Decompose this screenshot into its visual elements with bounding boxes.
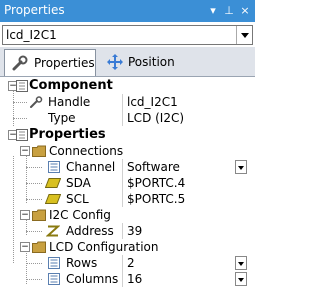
- property-name: Type: [48, 111, 76, 125]
- section-properties[interactable]: − Properties: [0, 127, 255, 143]
- numeric-icon: [46, 225, 60, 237]
- pin-icon: [45, 178, 61, 188]
- chevron-down-icon: [238, 278, 244, 282]
- list-icon: [48, 257, 60, 269]
- section-component-label: Component: [29, 78, 113, 93]
- group-label: Connections: [49, 144, 124, 158]
- property-value[interactable]: 39: [127, 224, 142, 238]
- folder-icon: [32, 145, 46, 157]
- property-row-handle[interactable]: Handle lcd_I2C1: [0, 94, 255, 110]
- collapse-toggle[interactable]: −: [20, 210, 30, 220]
- close-button[interactable]: ×: [238, 3, 252, 18]
- property-value[interactable]: $PORTC.4: [127, 176, 185, 190]
- property-row-type[interactable]: Type LCD (I2C): [0, 110, 255, 126]
- collapse-toggle[interactable]: −: [20, 242, 30, 252]
- group-label: LCD Configuration: [49, 240, 159, 254]
- chevron-down-icon: [238, 262, 244, 266]
- property-name: Columns: [66, 272, 119, 286]
- component-selector-dropdown-button[interactable]: [236, 26, 252, 44]
- chevron-down-icon: [241, 33, 249, 38]
- tab-position-label: Position: [128, 55, 175, 69]
- section-properties-label: Properties: [29, 127, 106, 142]
- property-row-columns[interactable]: Columns 16: [0, 271, 255, 287]
- group-i2c-config[interactable]: − I2C Config: [0, 207, 255, 223]
- pin-icon: [45, 194, 61, 204]
- property-row-rows[interactable]: Rows 2: [0, 255, 255, 271]
- group-lcd-configuration[interactable]: − LCD Configuration: [0, 239, 255, 255]
- component-icon: [16, 80, 28, 92]
- property-value[interactable]: LCD (I2C): [127, 111, 184, 125]
- rows-dropdown-button[interactable]: [235, 256, 247, 270]
- property-value[interactable]: 2: [127, 256, 135, 270]
- tab-position[interactable]: Position: [100, 49, 178, 76]
- property-row-scl[interactable]: SCL $PORTC.5: [0, 191, 255, 207]
- property-row-sda[interactable]: SDA $PORTC.4: [0, 175, 255, 191]
- property-name: Handle: [48, 95, 91, 109]
- move-arrows-icon: [107, 54, 123, 70]
- channel-dropdown-button[interactable]: [235, 160, 247, 174]
- properties-icon: [16, 129, 28, 141]
- list-icon: [48, 161, 60, 173]
- property-value[interactable]: 16: [127, 272, 142, 286]
- panel-title: Properties: [4, 3, 65, 17]
- property-name: Address: [66, 224, 114, 238]
- panel-titlebar: Properties ▾ ⊥ ×: [0, 0, 255, 22]
- property-value[interactable]: lcd_I2C1: [127, 95, 178, 109]
- folder-icon: [32, 241, 46, 253]
- group-connections[interactable]: − Connections: [0, 143, 255, 159]
- columns-dropdown-button[interactable]: [235, 272, 247, 286]
- property-value[interactable]: Software: [127, 160, 180, 174]
- component-selector[interactable]: lcd_I2C1: [2, 25, 253, 45]
- list-icon: [48, 273, 60, 285]
- property-name: Channel: [66, 160, 116, 174]
- pin-button[interactable]: ⊥: [222, 3, 236, 18]
- folder-icon: [32, 209, 46, 221]
- property-row-channel[interactable]: Channel Software: [0, 159, 255, 175]
- tab-properties-label: Properties: [34, 56, 95, 70]
- property-value[interactable]: $PORTC.5: [127, 192, 185, 206]
- tab-properties[interactable]: Properties: [4, 49, 96, 76]
- property-name: Rows: [66, 256, 98, 270]
- property-name: SCL: [66, 192, 89, 206]
- panel-menu-button[interactable]: ▾: [206, 3, 220, 18]
- component-selector-value: lcd_I2C1: [6, 28, 57, 42]
- tab-bar: Properties Position: [0, 47, 255, 77]
- collapse-toggle[interactable]: −: [20, 146, 30, 156]
- group-label: I2C Config: [49, 208, 111, 222]
- property-row-address[interactable]: Address 39: [0, 223, 255, 239]
- wrench-icon: [12, 55, 28, 71]
- wrench-icon: [30, 96, 43, 108]
- property-name: SDA: [66, 176, 91, 190]
- property-grid: − Component Handle lcd_I2C1 Type LCD (I2…: [0, 78, 255, 305]
- chevron-down-icon: [238, 166, 244, 170]
- section-component[interactable]: − Component: [0, 78, 255, 94]
